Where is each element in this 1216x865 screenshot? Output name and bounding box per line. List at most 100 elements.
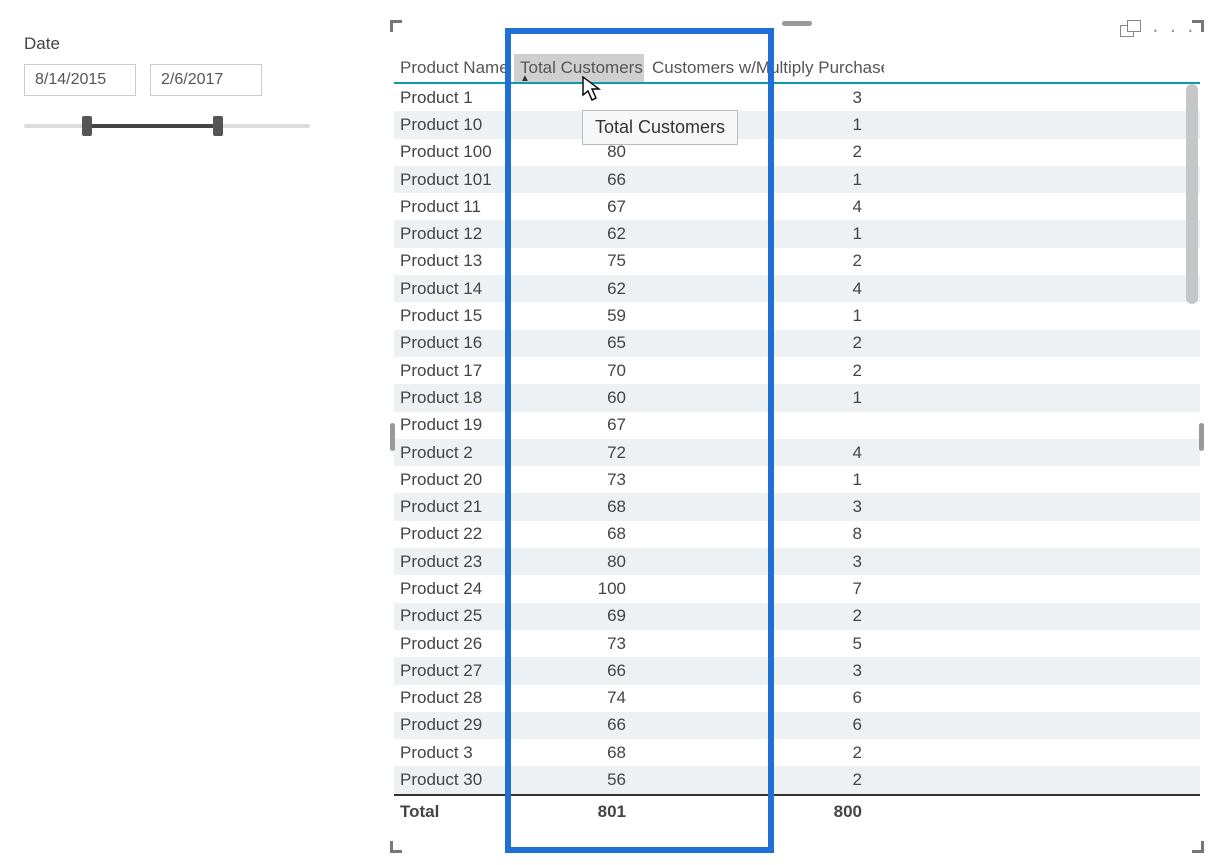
vertical-scrollbar[interactable]: [1186, 84, 1198, 843]
cell-multi-purchases: 4: [644, 197, 884, 217]
table-row[interactable]: Product 241007: [394, 575, 1200, 602]
cell-product-name: Product 19: [394, 415, 514, 435]
cell-product-name: Product 18: [394, 388, 514, 408]
cell-multi-purchases: 1: [644, 306, 884, 326]
table-row[interactable]: Product 14624: [394, 275, 1200, 302]
cell-total-customers: 56: [514, 770, 644, 790]
cell-product-name: Product 13: [394, 251, 514, 271]
table-row[interactable]: Product 3682: [394, 739, 1200, 766]
table-row[interactable]: Product 20731: [394, 466, 1200, 493]
cell-total-customers: 68: [514, 743, 644, 763]
table-row[interactable]: Product 101661: [394, 166, 1200, 193]
cell-product-name: Product 22: [394, 524, 514, 544]
cell-total-customers: 73: [514, 634, 644, 654]
table-row[interactable]: Product 1967: [394, 412, 1200, 439]
date-range-slider[interactable]: [24, 114, 310, 138]
cell-total-customers: 67: [514, 415, 644, 435]
cell-multi-purchases: 3: [644, 552, 884, 572]
cell-multi-purchases: 6: [644, 715, 884, 735]
cell-multi-purchases: 3: [644, 88, 884, 108]
table-row[interactable]: Product 12621: [394, 220, 1200, 247]
cell-total-customers: 66: [514, 715, 644, 735]
cell-multi-purchases: 2: [644, 606, 884, 626]
cell-multi-purchases: 2: [644, 743, 884, 763]
cell-multi-purchases: 3: [644, 497, 884, 517]
cell-multi-purchases: 6: [644, 688, 884, 708]
resize-handle-left[interactable]: [390, 423, 395, 451]
col-header-total-customers[interactable]: Total Customers ▲: [514, 54, 644, 82]
table-row[interactable]: Product 17702: [394, 357, 1200, 384]
resize-handle-bl[interactable]: [390, 841, 402, 853]
cell-multi-purchases: 2: [644, 361, 884, 381]
resize-handle-right[interactable]: [1199, 423, 1204, 451]
cell-product-name: Product 20: [394, 470, 514, 490]
cell-total-customers: 73: [514, 470, 644, 490]
cell-total-customers: 69: [514, 606, 644, 626]
table-row[interactable]: Product 11674: [394, 193, 1200, 220]
col-header-product-name[interactable]: Product Name: [394, 58, 514, 78]
table-row[interactable]: Product 101: [394, 111, 1200, 138]
footer-multi: 800: [644, 802, 884, 822]
cell-total-customers: 66: [514, 170, 644, 190]
cell-total-customers: 68: [514, 524, 644, 544]
table-row[interactable]: Product 100802: [394, 139, 1200, 166]
cell-total-customers: 100: [514, 579, 644, 599]
footer-label: Total: [394, 802, 514, 822]
cell-product-name: Product 23: [394, 552, 514, 572]
table-row[interactable]: Product 18601: [394, 384, 1200, 411]
more-options-icon[interactable]: · · ·: [1152, 24, 1196, 36]
date-start-input[interactable]: 8/14/2015: [24, 64, 136, 96]
table-row[interactable]: Product 21683: [394, 493, 1200, 520]
table-body: Product 13Product 101Product 100802Produ…: [394, 84, 1200, 794]
focus-mode-icon[interactable]: [1120, 20, 1142, 40]
cell-product-name: Product 17: [394, 361, 514, 381]
cell-total-customers: 72: [514, 443, 644, 463]
table-row[interactable]: Product 27663: [394, 657, 1200, 684]
cell-product-name: Product 27: [394, 661, 514, 681]
cell-multi-purchases: 5: [644, 634, 884, 654]
cell-total-customers: 59: [514, 306, 644, 326]
cell-multi-purchases: 7: [644, 579, 884, 599]
table-row[interactable]: Product 22688: [394, 521, 1200, 548]
cell-total-customers: 62: [514, 279, 644, 299]
table-row[interactable]: Product 16652: [394, 330, 1200, 357]
cell-product-name: Product 1: [394, 88, 514, 108]
col-header-multi-purchases[interactable]: Customers w/Multiply Purchases: [644, 58, 884, 78]
cell-product-name: Product 16: [394, 333, 514, 353]
header-tooltip: Total Customers: [582, 110, 738, 145]
cell-multi-purchases: 1: [644, 170, 884, 190]
cell-total-customers: 74: [514, 688, 644, 708]
table-row[interactable]: Product 30562: [394, 766, 1200, 793]
table-footer-row: Total 801 800: [394, 794, 1200, 828]
slider-handle-end[interactable]: [213, 116, 223, 136]
cell-product-name: Product 2: [394, 443, 514, 463]
cell-product-name: Product 14: [394, 279, 514, 299]
cell-product-name: Product 28: [394, 688, 514, 708]
table-row[interactable]: Product 26735: [394, 630, 1200, 657]
cell-multi-purchases: 4: [644, 443, 884, 463]
cell-total-customers: 67: [514, 197, 644, 217]
table-row[interactable]: Product 23803: [394, 548, 1200, 575]
resize-handle-top[interactable]: [782, 21, 812, 26]
col-header-total-customers-label: Total Customers: [520, 58, 643, 78]
cell-product-name: Product 10: [394, 115, 514, 135]
cell-product-name: Product 21: [394, 497, 514, 517]
slider-handle-start[interactable]: [82, 116, 92, 136]
footer-total: 801: [514, 802, 644, 822]
cell-product-name: Product 30: [394, 770, 514, 790]
cell-product-name: Product 29: [394, 715, 514, 735]
cell-multi-purchases: 4: [644, 279, 884, 299]
table-visual[interactable]: · · · Product Name Total Customers ▲ Cus…: [394, 24, 1200, 849]
table-row[interactable]: Product 25692: [394, 603, 1200, 630]
table-row[interactable]: Product 1 3: [394, 84, 1200, 111]
date-slicer-label: Date: [24, 34, 324, 54]
table-row[interactable]: Product 2724: [394, 439, 1200, 466]
table-row[interactable]: Product 15591: [394, 302, 1200, 329]
table-row[interactable]: Product 28746: [394, 685, 1200, 712]
table-row[interactable]: Product 29666: [394, 712, 1200, 739]
date-end-input[interactable]: 2/6/2017: [150, 64, 262, 96]
table-row[interactable]: Product 13752: [394, 248, 1200, 275]
cell-product-name: Product 12: [394, 224, 514, 244]
resize-handle-tl[interactable]: [390, 20, 402, 32]
scrollbar-thumb[interactable]: [1186, 84, 1198, 304]
